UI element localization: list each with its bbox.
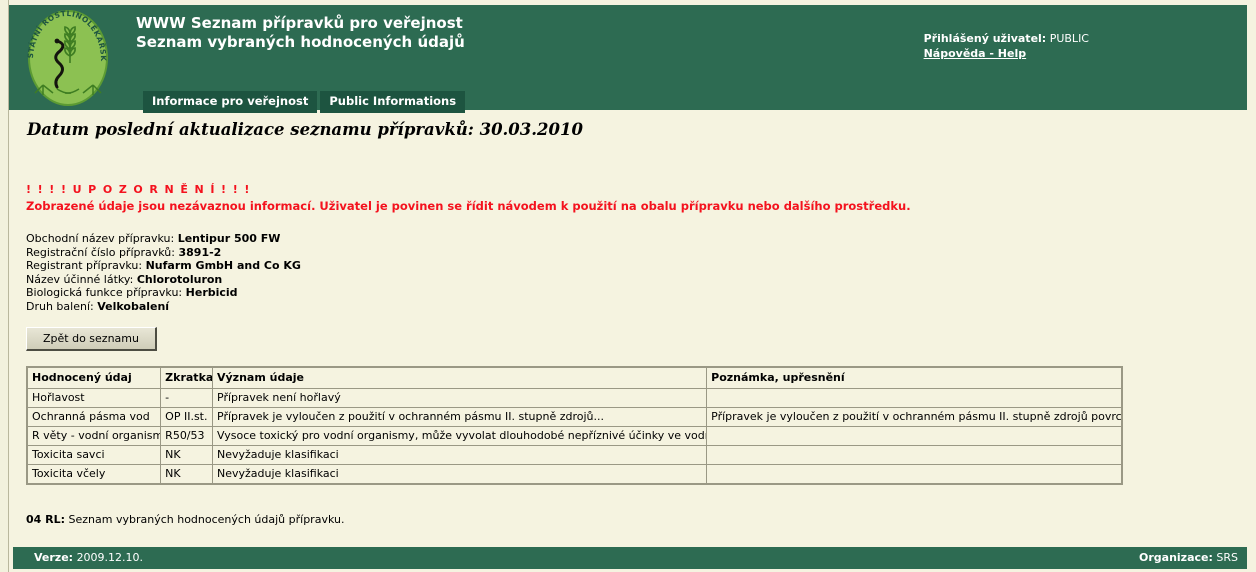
field-obchodni-nazev: Obchodní název přípravku: Lentipur 500 F… — [26, 232, 1226, 246]
table-row: Toxicita včely NK Nevyžaduje klasifikaci — [28, 465, 1121, 483]
footer-organization: Organizace: SRS — [1139, 551, 1238, 564]
table-row: Ochranná pásma vod OP II.st. Přípravek j… — [28, 408, 1121, 426]
table-row: Hořlavost - Přípravek není hořlavý — [28, 389, 1121, 407]
field-value: Lentipur 500 FW — [177, 232, 281, 245]
site-header: STÁTNÍ ROSTLINOLÉKAŘSKÁ SPRÁVA — [9, 5, 1247, 113]
svg-text:STÁTNÍ ROSTLINOLÉKAŘSKÁ SPRÁVA: STÁTNÍ ROSTLINOLÉKAŘSKÁ SPRÁVA — [13, 5, 108, 62]
cell-zkratka: R50/53 — [161, 427, 212, 445]
back-to-list-button[interactable]: Zpět do seznamu — [26, 327, 157, 351]
organization-label: Organizace: — [1139, 551, 1213, 564]
logo-emblem-icon: STÁTNÍ ROSTLINOLÉKAŘSKÁ SPRÁVA — [13, 5, 108, 95]
cell-vyznam-udaje: Nevyžaduje klasifikaci — [213, 465, 707, 483]
column-header-vyznam-udaje: Význam údaje — [213, 368, 707, 388]
cell-vyznam-udaje: Přípravek není hořlavý — [213, 389, 707, 407]
column-header-poznamka: Poznámka, upřesnění — [707, 368, 1121, 388]
field-label: Název účinné látky: — [26, 272, 134, 286]
title-line-1: WWW Seznam přípravků pro veřejnost — [136, 14, 463, 32]
footer-version: Verze: 2009.12.10. — [34, 551, 143, 564]
field-value: 3891-2 — [178, 245, 222, 259]
cell-zkratka: NK — [161, 446, 212, 464]
cell-vyznam-udaje: Přípravek je vyloučen z použití v ochran… — [213, 408, 707, 426]
footnote-text: Seznam vybraných hodnocených údajů přípr… — [65, 513, 345, 526]
cell-hodnoceny-udaj: Ochranná pásma vod — [28, 408, 161, 426]
nav-tabs: Informace pro veřejnost Public Informati… — [143, 91, 466, 113]
field-value: Velkobalení — [97, 299, 170, 313]
field-registrant: Registrant přípravku: Nufarm GmbH and Co… — [26, 259, 1226, 273]
evaluated-data-table: Hodnocený údaj Zkratka Význam údaje Pozn… — [26, 366, 1123, 485]
cell-zkratka: OP II.st. — [161, 408, 212, 426]
warning-body: Zobrazené údaje jsou nezávaznou informac… — [26, 199, 911, 213]
cell-hodnoceny-udaj: R věty - vodní organismy — [28, 427, 161, 445]
logo: STÁTNÍ ROSTLINOLÉKAŘSKÁ SPRÁVA — [13, 5, 121, 110]
report-footnote: 04 RL: Seznam vybraných hodnocených údaj… — [26, 513, 1226, 526]
tab-informace-pro-verejnost[interactable]: Informace pro veřejnost — [143, 91, 318, 113]
field-label: Druh balení: — [26, 299, 94, 313]
table-row: R věty - vodní organismy R50/53 Vysoce t… — [28, 427, 1121, 445]
cell-hodnoceny-udaj: Toxicita včely — [28, 465, 161, 483]
field-value: Nufarm GmbH and Co KG — [145, 259, 301, 272]
footnote-code: 04 RL: — [26, 513, 66, 526]
cell-poznamka — [707, 465, 1121, 483]
column-header-hodnoceny-udaj: Hodnocený údaj — [28, 368, 161, 388]
logged-user-label: Přihlášený uživatel: — [923, 32, 1047, 45]
cell-zkratka: NK — [161, 465, 212, 483]
organization-value: SRS — [1216, 551, 1238, 564]
last-update-date: Datum poslední aktualizace seznamu přípr… — [27, 120, 583, 139]
table-header-row: Hodnocený údaj Zkratka Význam údaje Pozn… — [28, 368, 1121, 388]
cell-zkratka: - — [161, 389, 212, 407]
user-info: Přihlášený uživatel: PUBLIC Nápověda - H… — [924, 31, 1089, 61]
field-value: Chlorotoluron — [136, 272, 223, 286]
field-label: Registrační číslo přípravků: — [26, 245, 175, 259]
logged-user-value: PUBLIC — [1049, 32, 1089, 45]
field-value: Herbicid — [185, 286, 238, 299]
title-line-2: Seznam vybraných hodnocených údajů — [136, 33, 465, 51]
warning-block: ! ! ! ! U P O Z O R N Ě N Í ! ! ! Zobraz… — [26, 182, 1226, 214]
field-druh-baleni: Druh balení: Velkobalení — [26, 300, 1226, 314]
cell-poznamka: Přípravek je vyloučen z použití v ochran… — [707, 408, 1121, 426]
field-ucinna-latka: Název účinné látky: Chlorotoluron — [26, 273, 1226, 287]
column-header-zkratka: Zkratka — [161, 368, 212, 388]
warning-title: ! ! ! ! U P O Z O R N Ě N Í ! ! ! — [26, 183, 251, 196]
version-value: 2009.12.10. — [76, 551, 144, 564]
site-footer: Verze: 2009.12.10. Organizace: SRS — [13, 547, 1247, 569]
main-content: Datum poslední aktualizace seznamu přípr… — [26, 120, 1226, 526]
cell-hodnoceny-udaj: Hořlavost — [28, 389, 161, 407]
product-detail-fields: Obchodní název přípravku: Lentipur 500 F… — [26, 232, 1226, 313]
field-registracni-cislo: Registrační číslo přípravků: 3891-2 — [26, 246, 1226, 260]
field-label: Biologická funkce přípravku: — [26, 286, 183, 299]
cell-poznamka — [707, 427, 1121, 445]
field-label: Obchodní název přípravku: — [26, 232, 175, 245]
tab-public-informations[interactable]: Public Informations — [320, 91, 466, 113]
version-label: Verze: — [34, 551, 74, 564]
help-link[interactable]: Nápověda - Help — [924, 46, 1027, 61]
cell-hodnoceny-udaj: Toxicita savci — [28, 446, 161, 464]
cell-vyznam-udaje: Nevyžaduje klasifikaci — [213, 446, 707, 464]
cell-poznamka — [707, 389, 1121, 407]
field-biologicka-funkce: Biologická funkce přípravku: Herbicid — [26, 286, 1226, 300]
cell-poznamka — [707, 446, 1121, 464]
field-label: Registrant přípravku: — [26, 259, 143, 272]
page-title: WWW Seznam přípravků pro veřejnost Sezna… — [136, 14, 465, 52]
table-row: Toxicita savci NK Nevyžaduje klasifikaci — [28, 446, 1121, 464]
cell-vyznam-udaje: Vysoce toxický pro vodní organismy, může… — [213, 427, 707, 445]
